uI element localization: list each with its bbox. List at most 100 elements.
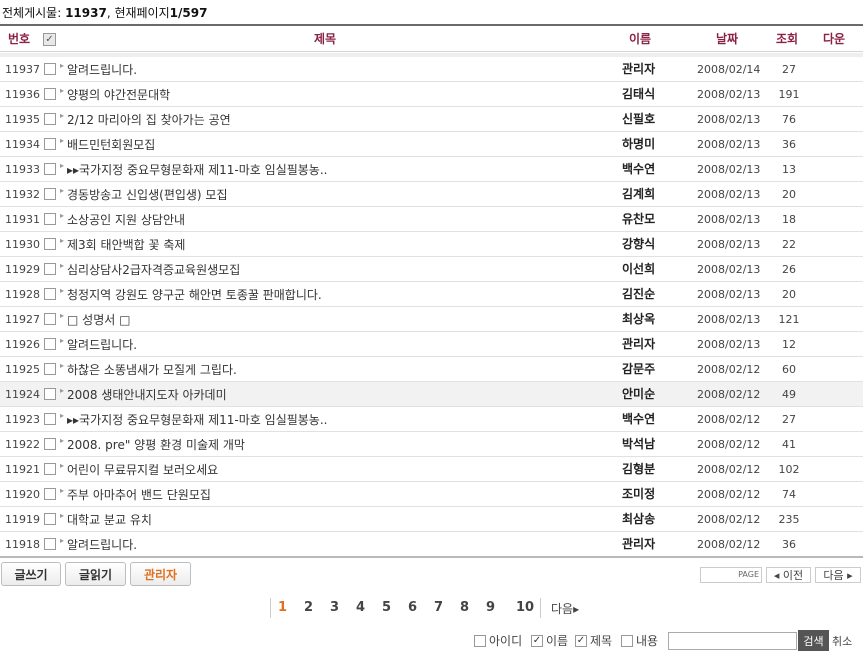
row-checkbox[interactable] <box>44 138 56 150</box>
search-option[interactable]: ✓ 이름 <box>531 632 568 649</box>
row-checkbox[interactable] <box>44 488 56 500</box>
author-name[interactable]: 김진순 <box>622 285 655 302</box>
page-link[interactable]: 9 <box>486 600 495 615</box>
page-link[interactable]: 3 <box>330 600 339 615</box>
author-name[interactable]: 이선희 <box>622 260 655 277</box>
author-name[interactable]: 김태식 <box>622 85 655 102</box>
author-name[interactable]: 관리자 <box>622 335 655 352</box>
author-name[interactable]: 유찬모 <box>622 210 655 227</box>
page-link[interactable]: 7 <box>434 600 443 615</box>
post-title-link[interactable]: □ 성명서 □ <box>67 311 130 328</box>
post-title-link[interactable]: ▸▸국가지정 중요무형문화재 제11-마호 임실필봉농.. <box>67 411 327 428</box>
row-checkbox[interactable] <box>44 513 56 525</box>
table-row[interactable]: 11923 ▸ ▸▸국가지정 중요무형문화재 제11-마호 임실필봉농.. 백수연 20… <box>0 407 863 432</box>
post-title-link[interactable]: 알려드립니다. <box>67 336 137 353</box>
row-checkbox[interactable] <box>44 363 56 375</box>
search-option[interactable]: 아이디 <box>474 632 522 649</box>
post-title-link[interactable]: 소상공인 지원 상담안내 <box>67 211 185 228</box>
row-checkbox[interactable] <box>44 413 56 425</box>
row-checkbox[interactable] <box>44 188 56 200</box>
author-name[interactable]: 하명미 <box>622 135 655 152</box>
table-row[interactable]: 11925 ▸ 하찮은 소똥냄새가 모질게 그립다. 감문주 2008/02/12 60 <box>0 357 863 382</box>
table-row[interactable]: 11920 ▸ 주부 아마추어 밴드 단원모집 조미정 2008/02/12 74 <box>0 482 863 507</box>
author-name[interactable]: 조미정 <box>622 485 655 502</box>
row-checkbox[interactable] <box>44 238 56 250</box>
table-row[interactable]: 11929 ▸ 심리상담사2급자격증교육원생모집 이선희 2008/02/13 26 <box>0 257 863 282</box>
row-checkbox[interactable] <box>44 438 56 450</box>
search-button[interactable]: 검색 <box>798 630 829 651</box>
author-name[interactable]: 관리자 <box>622 60 655 77</box>
post-title-link[interactable]: 주부 아마추어 밴드 단원모집 <box>67 486 211 503</box>
pagination-next-link[interactable]: 다음▸ <box>551 600 579 617</box>
post-title-link[interactable]: 알려드립니다. <box>67 61 137 78</box>
author-name[interactable]: 김계희 <box>622 185 655 202</box>
table-row[interactable]: 11931 ▸ 소상공인 지원 상담안내 유찬모 2008/02/13 18 <box>0 207 863 232</box>
search-option-checkbox[interactable]: ✓ <box>531 634 543 647</box>
table-row[interactable]: 11935 ▸ 2/12 마리아의 집 찾아가는 공연 신필호 2008/02/13 76 <box>0 107 863 132</box>
row-checkbox[interactable] <box>44 313 56 325</box>
page-link[interactable]: 2 <box>304 600 313 615</box>
post-title-link[interactable]: ▸▸국가지정 중요무형문화재 제11-마호 임실필봉농.. <box>67 161 327 178</box>
search-option[interactable]: 내용 <box>621 632 658 649</box>
page-link[interactable]: 10 <box>516 600 534 615</box>
table-row[interactable]: 11937 ▸ 알려드립니다. 관리자 2008/02/14 27 <box>0 57 863 82</box>
post-title-link[interactable]: 제3회 태안백합 꽃 축제 <box>67 236 185 253</box>
author-name[interactable]: 관리자 <box>622 535 655 552</box>
search-option-checkbox[interactable]: ✓ <box>575 634 587 647</box>
post-title-link[interactable]: 하찮은 소똥냄새가 모질게 그립다. <box>67 361 237 378</box>
author-name[interactable]: 강향식 <box>622 235 655 252</box>
post-title-link[interactable]: 2008 생태안내지도자 아카데미 <box>67 386 227 403</box>
author-name[interactable]: 박석남 <box>622 435 655 452</box>
post-title-link[interactable]: 배드민턴회원모집 <box>67 136 155 153</box>
table-row[interactable]: 11927 ▸ □ 성명서 □ 최상옥 2008/02/13 121 <box>0 307 863 332</box>
select-all-checkbox[interactable]: ✓ <box>43 33 56 46</box>
next-button[interactable]: 다음 ▸ <box>815 567 861 583</box>
page-link[interactable]: 6 <box>408 600 417 615</box>
table-row[interactable]: 11933 ▸ ▸▸국가지정 중요무형문화재 제11-마호 임실필봉농.. 백수연 20… <box>0 157 863 182</box>
page-link[interactable]: 1 <box>278 600 287 615</box>
table-row[interactable]: 11934 ▸ 배드민턴회원모집 하명미 2008/02/13 36 <box>0 132 863 157</box>
row-checkbox[interactable] <box>44 63 56 75</box>
page-jump-input[interactable]: PAGE <box>700 567 762 583</box>
row-checkbox[interactable] <box>44 163 56 175</box>
table-row[interactable]: 11919 ▸ 대학교 분교 유치 최삼송 2008/02/12 235 <box>0 507 863 532</box>
post-title-link[interactable]: 2/12 마리아의 집 찾아가는 공연 <box>67 111 231 128</box>
row-checkbox[interactable] <box>44 538 56 550</box>
read-button[interactable]: 글읽기 <box>65 562 126 586</box>
post-title-link[interactable]: 어린이 무료뮤지컬 보러오세요 <box>67 461 218 478</box>
author-name[interactable]: 백수연 <box>622 410 655 427</box>
search-option-checkbox[interactable] <box>474 634 486 647</box>
admin-button[interactable]: 관리자 <box>130 562 191 586</box>
search-option-checkbox[interactable] <box>621 634 633 647</box>
post-title-link[interactable]: 경동방송고 신입생(편입생) 모집 <box>67 186 228 203</box>
cancel-link[interactable]: 취소 <box>832 633 852 649</box>
row-checkbox[interactable] <box>44 288 56 300</box>
write-button[interactable]: 글쓰기 <box>1 562 61 586</box>
row-checkbox[interactable] <box>44 463 56 475</box>
post-title-link[interactable]: 2008. pre" 양평 환경 미술제 개막 <box>67 436 245 453</box>
row-checkbox[interactable] <box>44 113 56 125</box>
table-row[interactable]: 11926 ▸ 알려드립니다. 관리자 2008/02/13 12 <box>0 332 863 357</box>
post-title-link[interactable]: 청정지역 강원도 양구군 해안면 토종꿀 판매합니다. <box>67 286 322 303</box>
table-row[interactable]: 11936 ▸ 양평의 야간전문대학 김태식 2008/02/13 191 <box>0 82 863 107</box>
post-title-link[interactable]: 알려드립니다. <box>67 536 137 553</box>
author-name[interactable]: 안미순 <box>622 385 655 402</box>
row-checkbox[interactable] <box>44 338 56 350</box>
table-row[interactable]: 11922 ▸ 2008. pre" 양평 환경 미술제 개막 박석남 2008/02/… <box>0 432 863 457</box>
author-name[interactable]: 최상옥 <box>622 310 655 327</box>
page-link[interactable]: 4 <box>356 600 365 615</box>
post-title-link[interactable]: 대학교 분교 유치 <box>67 511 152 528</box>
row-checkbox[interactable] <box>44 213 56 225</box>
post-title-link[interactable]: 양평의 야간전문대학 <box>67 86 170 103</box>
author-name[interactable]: 최삼송 <box>622 510 655 527</box>
row-checkbox[interactable] <box>44 263 56 275</box>
author-name[interactable]: 감문주 <box>622 360 655 377</box>
page-link[interactable]: 5 <box>382 600 391 615</box>
table-row[interactable]: 11918 ▸ 알려드립니다. 관리자 2008/02/12 36 <box>0 532 863 557</box>
table-row[interactable]: 11921 ▸ 어린이 무료뮤지컬 보러오세요 김형분 2008/02/12 102 <box>0 457 863 482</box>
table-row[interactable]: 11924 ▸ 2008 생태안내지도자 아카데미 안미순 2008/02/12 49 <box>0 382 863 407</box>
post-title-link[interactable]: 심리상담사2급자격증교육원생모집 <box>67 261 240 278</box>
search-input[interactable] <box>668 632 797 650</box>
table-row[interactable]: 11930 ▸ 제3회 태안백합 꽃 축제 강향식 2008/02/13 22 <box>0 232 863 257</box>
table-row[interactable]: 11932 ▸ 경동방송고 신입생(편입생) 모집 김계희 2008/02/13 20 <box>0 182 863 207</box>
